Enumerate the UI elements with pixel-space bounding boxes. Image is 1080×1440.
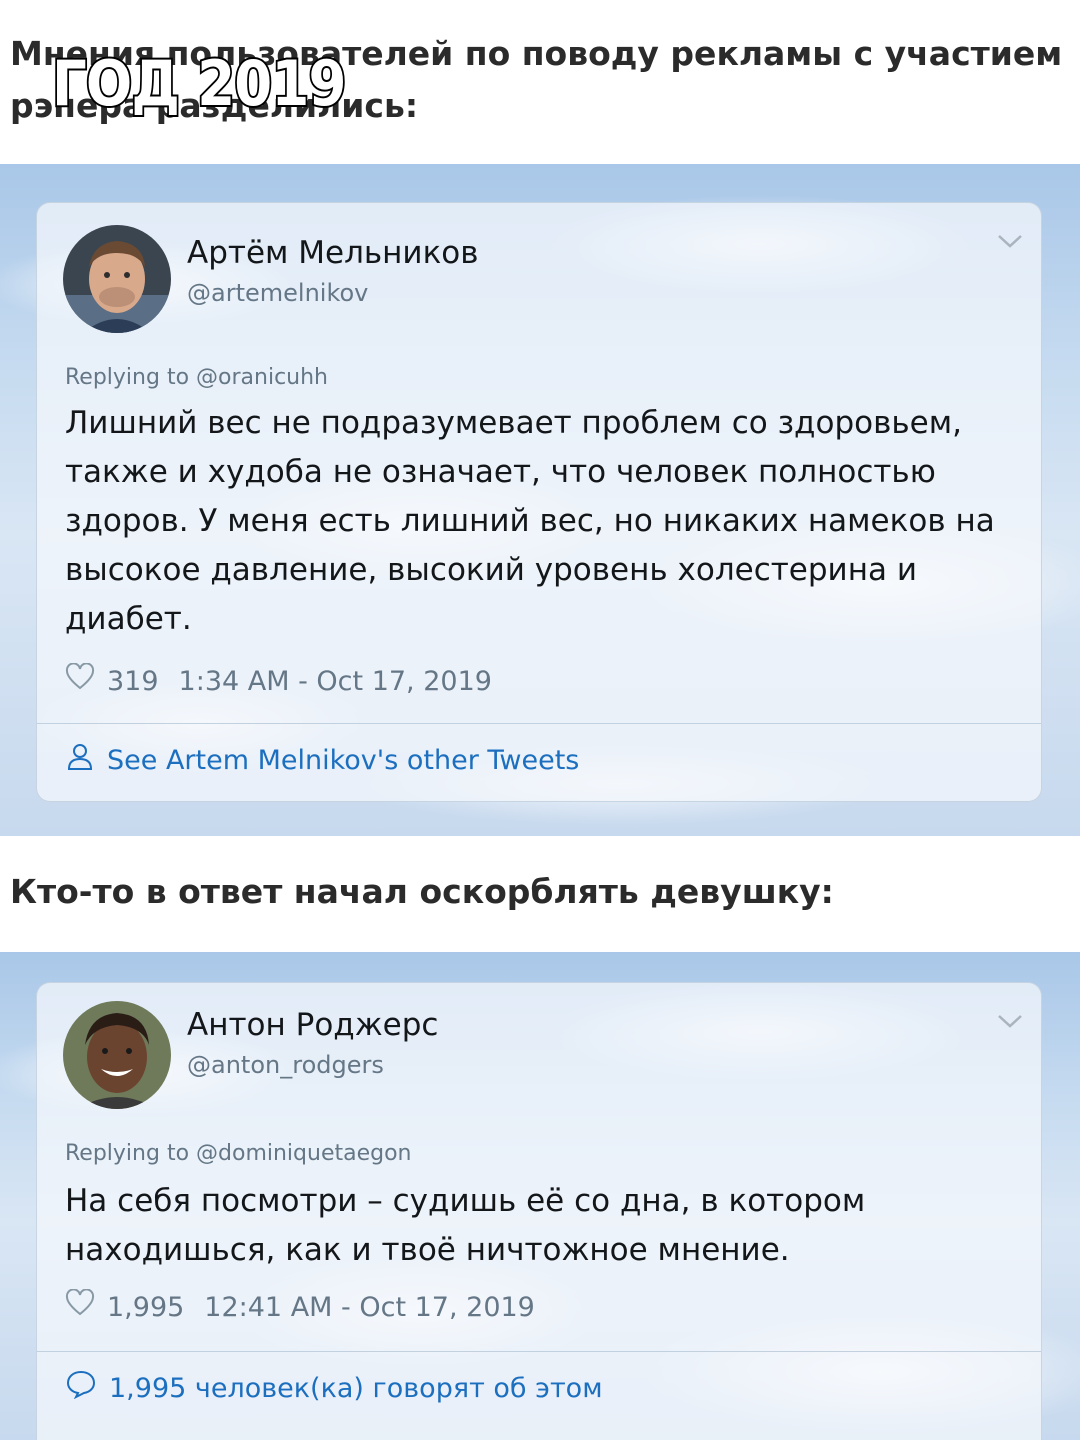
tweet-card[interactable]: Артём Мельников @artemelnikov Replying t… bbox=[36, 202, 1042, 802]
like-count: 1,995 bbox=[107, 1292, 185, 1323]
footer-link-label[interactable]: 1,995 человек(ка) говорят об этом bbox=[109, 1371, 603, 1407]
chevron-down-icon[interactable] bbox=[997, 1013, 1023, 1034]
tweet-background-2: Антон Роджерс @anton_rodgers Replying to… bbox=[0, 952, 1080, 1440]
tweet-meta: 319 1:34 AM - Oct 17, 2019 bbox=[65, 662, 492, 701]
conversation-link[interactable]: 1,995 человек(ка) говорят об этом bbox=[65, 1369, 603, 1409]
person-icon bbox=[65, 741, 95, 781]
divider bbox=[37, 1351, 1041, 1352]
avatar[interactable] bbox=[63, 225, 171, 333]
section-heading-2: Кто-то в ответ начал оскорблять девушку: bbox=[10, 872, 834, 911]
meme-year-caption: ГОД 2019 bbox=[50, 45, 348, 122]
tweet-timestamp[interactable]: 12:41 AM - Oct 17, 2019 bbox=[204, 1290, 535, 1326]
footer-link-label[interactable]: See Artem Melnikov's other Tweets bbox=[107, 743, 579, 779]
like-count: 319 bbox=[107, 666, 159, 697]
tweet-text: Лишний вес не подразумевает проблем со з… bbox=[65, 405, 995, 637]
avatar[interactable] bbox=[63, 1001, 171, 1109]
heart-icon[interactable] bbox=[65, 662, 95, 701]
heart-icon[interactable] bbox=[65, 1288, 95, 1327]
comment-icon bbox=[65, 1369, 97, 1409]
tweet-background-1: Артём Мельников @artemelnikov Replying t… bbox=[0, 164, 1080, 836]
author-name[interactable]: Артём Мельников bbox=[187, 233, 479, 273]
see-other-tweets-link[interactable]: See Artem Melnikov's other Tweets bbox=[65, 741, 579, 781]
author-handle[interactable]: @anton_rodgers bbox=[187, 1049, 384, 1081]
tweet-card[interactable]: Антон Роджерс @anton_rodgers Replying to… bbox=[36, 982, 1042, 1440]
divider bbox=[37, 723, 1041, 724]
tweet-meta: 1,995 12:41 AM - Oct 17, 2019 bbox=[65, 1288, 535, 1327]
replying-to[interactable]: Replying to @dominiquetaegon bbox=[65, 1139, 412, 1169]
author-handle[interactable]: @artemelnikov bbox=[187, 277, 368, 309]
author-name[interactable]: Антон Роджерс bbox=[187, 1005, 438, 1045]
tweet-timestamp[interactable]: 1:34 AM - Oct 17, 2019 bbox=[179, 664, 492, 700]
chevron-down-icon[interactable] bbox=[997, 233, 1023, 254]
tweet-text: На себя посмотри – судишь её со дна, в к… bbox=[65, 1183, 866, 1268]
replying-to[interactable]: Replying to @oranicuhh bbox=[65, 363, 328, 393]
